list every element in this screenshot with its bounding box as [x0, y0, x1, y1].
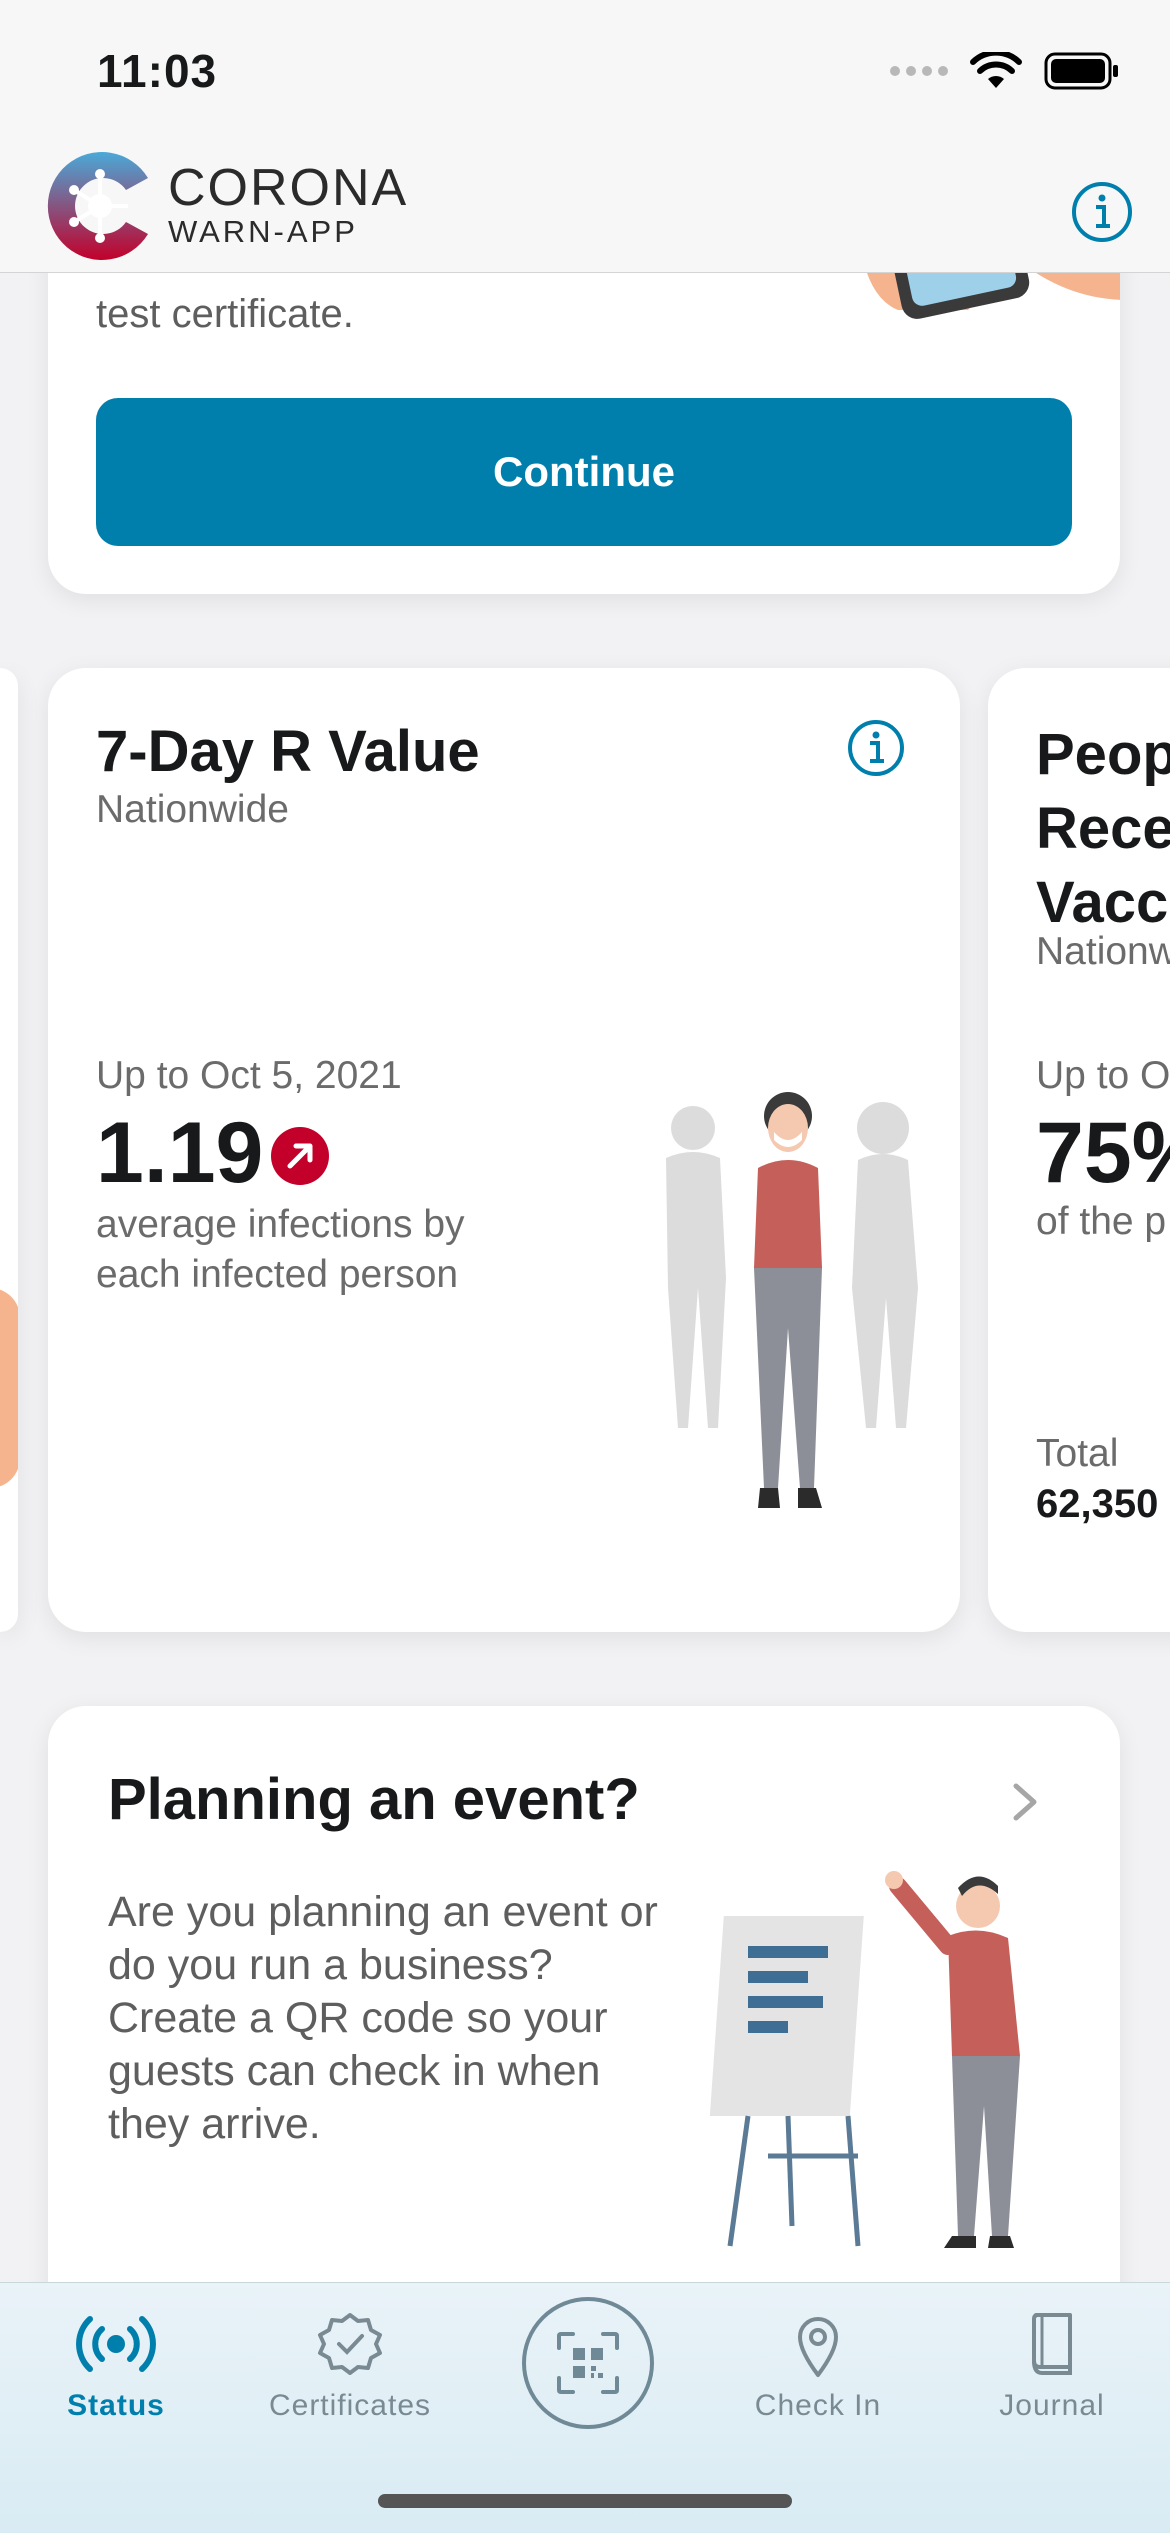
corona-warn-app-logo	[47, 152, 148, 260]
status-bar: 11:03	[0, 0, 1170, 140]
card-title-line: Peop	[1036, 722, 1170, 787]
card-title: Peop Rece Vacc	[1036, 718, 1170, 940]
trend-up-arrow-icon	[271, 1127, 329, 1185]
stat-description: of the p	[1036, 1200, 1167, 1243]
broadcast-icon	[76, 2316, 156, 2372]
tab-status[interactable]: Status	[16, 2283, 216, 2443]
vaccination-card[interactable]: Peop Rece Vacc Nationw Up to O 75% of th…	[988, 668, 1170, 1632]
stat-date: Up to Oct 5, 2021	[96, 1054, 402, 1097]
info-icon[interactable]	[1070, 180, 1134, 244]
tab-journal[interactable]: Journal	[952, 2283, 1152, 2443]
card-title-line: Vacc	[1036, 870, 1169, 935]
card-title: Planning an event?	[108, 1767, 640, 1832]
tab-label: Certificates	[268, 2389, 432, 2422]
event-planning-card[interactable]: Planning an event? Are you planning an e…	[48, 1706, 1120, 2346]
tab-label: Status	[67, 2389, 165, 2422]
info-icon[interactable]	[846, 718, 906, 778]
wifi-icon	[970, 52, 1022, 88]
logo-subtitle: WARN-APP	[168, 214, 358, 249]
cellular-signal-icon	[890, 66, 948, 76]
card-description: Are you planning an event or do you run …	[108, 1888, 658, 2148]
status-time: 11:03	[97, 45, 218, 97]
book-icon	[1032, 2313, 1072, 2375]
card-body-text: test certificate.	[96, 292, 354, 336]
r-value-card[interactable]: 7-Day R Value Nationwide Up to Oct 5, 20…	[48, 668, 960, 1632]
stat-date: Up to O	[1036, 1054, 1170, 1097]
previous-statistic-card[interactable]	[0, 668, 18, 1632]
chevron-right-icon	[1013, 1783, 1037, 1821]
home-indicator[interactable]	[378, 2494, 792, 2508]
tab-label: Check In	[754, 2389, 882, 2422]
location-pin-icon	[798, 2317, 838, 2377]
card-subtitle: Nationw	[1036, 930, 1170, 973]
card-title: 7-Day R Value	[96, 719, 480, 784]
app-header: CORONA WARN-APP	[0, 140, 1170, 273]
certificate-badge-icon	[318, 2313, 382, 2375]
tab-certificates[interactable]: Certificates	[250, 2283, 450, 2443]
presenter-illustration	[709, 1871, 1020, 2248]
continue-button[interactable]: Continue	[96, 398, 1072, 546]
stat-value: 1.19	[96, 1105, 264, 1201]
battery-icon	[1044, 52, 1118, 90]
illustration-fragment	[0, 1288, 18, 1488]
card-subtitle: Nationwide	[96, 788, 289, 831]
qr-scan-button[interactable]	[522, 2297, 654, 2429]
logo-title: CORONA	[168, 159, 409, 217]
tab-check-in[interactable]: Check In	[718, 2283, 918, 2443]
total-label: Total	[1036, 1432, 1119, 1475]
card-title-line: Rece	[1036, 796, 1170, 861]
stat-description: average infections by each infected pers…	[96, 1203, 465, 1296]
tab-label: Journal	[999, 2389, 1105, 2422]
qr-scan-icon	[557, 2332, 619, 2394]
status-icons	[890, 52, 1120, 90]
stat-value: 75%	[1036, 1105, 1170, 1201]
total-value: 62,350	[1036, 1482, 1159, 1526]
people-illustration	[666, 1092, 918, 1508]
